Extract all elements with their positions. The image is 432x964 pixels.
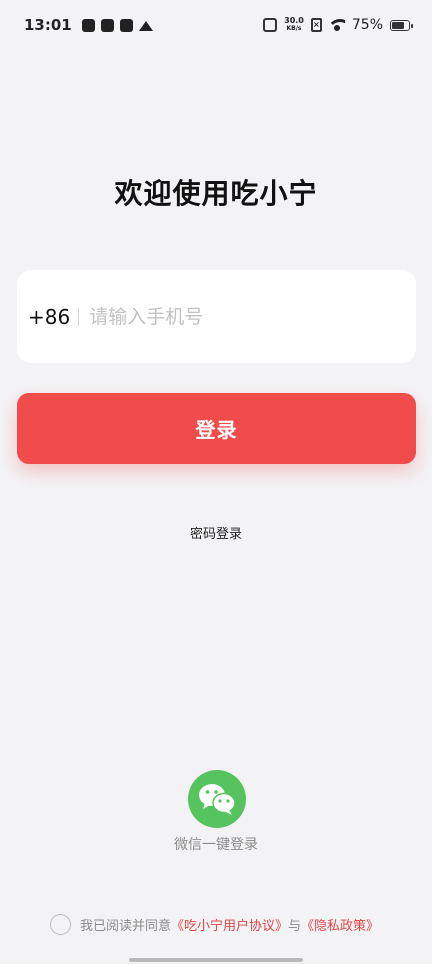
status-time: 13:01 — [24, 16, 72, 34]
user-agreement-link[interactable]: 《吃小宁用户协议》 — [171, 915, 288, 934]
login-screen: 13:01 30.0 KB/s × 75% 欢迎使用吃小宁 +86 登录 — [0, 0, 432, 964]
network-speed-value: 30.0 — [284, 16, 304, 25]
network-speed: 30.0 KB/s — [284, 17, 304, 33]
login-button[interactable]: 登录 — [17, 393, 416, 464]
wechat-icon — [199, 784, 236, 815]
vibrate-icon — [263, 18, 278, 32]
battery-percent: 75% — [351, 17, 383, 33]
status-bar-left: 13:01 — [24, 16, 153, 34]
no-sim-icon: × — [310, 18, 322, 32]
mail-icon — [100, 18, 114, 32]
agreement-row: 我已阅读并同意 《吃小宁用户协议》 与 《隐私政策》 — [50, 914, 379, 935]
sync-icon — [119, 18, 133, 32]
home-indicator[interactable] — [129, 958, 303, 962]
wechat-login-button[interactable] — [188, 770, 246, 828]
privacy-policy-link[interactable]: 《隐私政策》 — [301, 915, 379, 934]
agreement-conjunction: 与 — [288, 919, 302, 934]
agreement-prefix: 我已阅读并同意 — [80, 919, 172, 934]
wifi-icon — [328, 19, 345, 31]
status-bar: 13:01 30.0 KB/s × 75% — [0, 0, 432, 50]
battery-icon — [390, 19, 413, 31]
tiktok-icon — [81, 18, 95, 32]
phone-input-card[interactable]: +86 — [17, 270, 416, 363]
phone-number-input[interactable] — [89, 305, 416, 328]
network-speed-unit: KB/s — [286, 25, 302, 32]
page-title: 欢迎使用吃小宁 — [114, 177, 318, 210]
country-code-divider — [78, 307, 80, 326]
battery-fill — [392, 21, 404, 29]
crown-icon — [138, 19, 153, 32]
password-login-link[interactable]: 密码登录 — [0, 523, 432, 542]
agreement-checkbox[interactable] — [50, 914, 71, 935]
wechat-login-label[interactable]: 微信一键登录 — [0, 834, 432, 854]
country-code[interactable]: +86 — [28, 305, 70, 329]
status-bar-right: 30.0 KB/s × 75% — [263, 17, 413, 33]
